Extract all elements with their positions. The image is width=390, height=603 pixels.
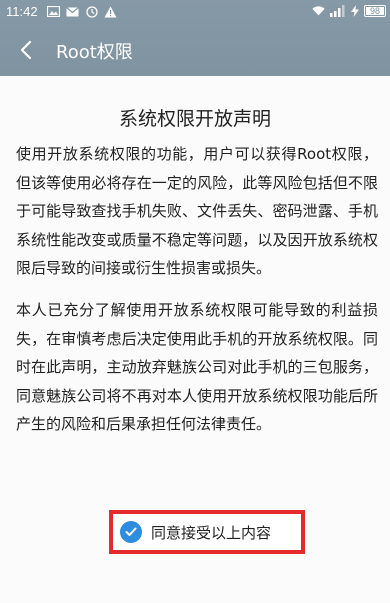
status-time: 11:42 [6, 4, 38, 19]
chevron-left-icon [20, 40, 32, 60]
nav-bar: Root权限 [0, 26, 390, 74]
wifi-icon [312, 4, 325, 17]
document-paragraph-2: 本人已充分了解使用开放系统权限可能导致的利益损失，在审慎考虑后决定使用此手机的开… [16, 301, 378, 433]
back-button[interactable] [10, 34, 42, 66]
status-right: 98 [312, 4, 386, 17]
bolt-icon [351, 4, 359, 17]
image-icon [47, 5, 60, 18]
battery-icon: 98 [364, 4, 386, 17]
warning-icon [104, 5, 117, 18]
checkbox-checked-icon[interactable] [120, 521, 142, 543]
header-bar: 11:42 98 Root权限 [0, 0, 390, 76]
notification-icons [47, 5, 117, 18]
battery-level: 98 [369, 5, 380, 16]
email-icon [66, 5, 79, 18]
document-paragraph-1: 使用开放系统权限的功能，用户可以获得Root权限，但该等使用必将存在一定的风险，… [16, 145, 378, 277]
content-area: 系统权限开放声明 使用开放系统权限的功能，用户可以获得Root权限，但该等使用必… [0, 76, 390, 603]
agree-label: 同意接受以上内容 [151, 523, 272, 542]
screen: 11:42 98 Root权限 系统权限开放声明 使用开放系统权限的功能，用户可… [0, 0, 390, 603]
page-title: Root权限 [56, 42, 133, 63]
document-title: 系统权限开放声明 [118, 108, 271, 130]
signal-icon [330, 4, 346, 17]
status-bar: 11:42 98 [0, 0, 390, 24]
agree-checkbox-row[interactable]: 同意接受以上内容 [109, 510, 305, 554]
clock-icon [85, 5, 98, 18]
